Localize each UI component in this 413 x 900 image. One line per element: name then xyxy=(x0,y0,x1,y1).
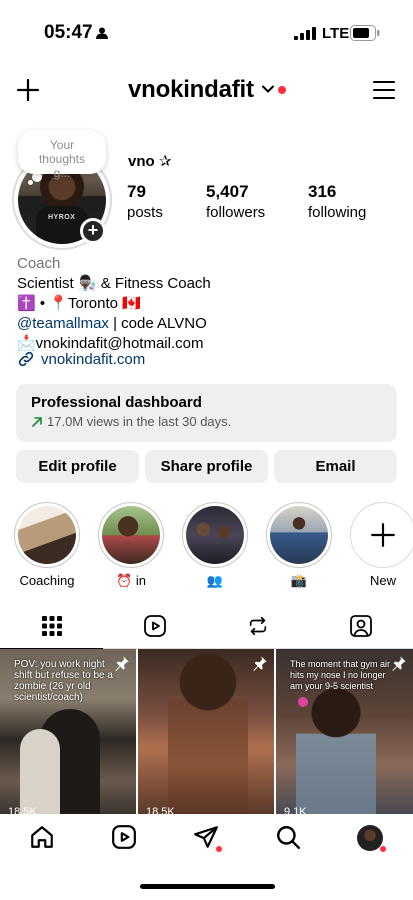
pin-icon xyxy=(392,656,406,671)
highlight-group[interactable]: 👥 xyxy=(182,502,248,589)
profile-avatar-nav[interactable] xyxy=(357,825,383,851)
plus-icon[interactable] xyxy=(16,78,40,102)
highlight-ring xyxy=(266,502,332,568)
signal-icon xyxy=(294,27,316,40)
stat-label: following xyxy=(308,204,367,221)
pin-icon xyxy=(115,656,129,671)
highlight-in[interactable]: ⏰ in xyxy=(98,502,164,589)
stat-value: 79 xyxy=(127,182,146,201)
note-bubble[interactable]: Your thoughts g... xyxy=(18,130,106,180)
highlight-ring xyxy=(14,502,80,568)
messages-notification-dot xyxy=(216,846,222,852)
bio-code: | code ALVNO xyxy=(108,315,207,332)
profile-notification-dot xyxy=(380,846,386,852)
menu-icon[interactable] xyxy=(372,80,396,100)
tab-grid[interactable] xyxy=(0,603,103,649)
stat-following[interactable]: 316 following xyxy=(308,182,366,221)
post-tile[interactable]: 18.5K xyxy=(138,649,274,814)
highlight-image xyxy=(18,506,76,564)
post-caption: POV: you work night shift but refuse to … xyxy=(14,659,113,703)
profile-bio: Coach Scientist 👨🏿‍🔬 & Fitness Coach ✝️ … xyxy=(17,254,211,354)
post-tile[interactable]: The moment that gym air hits my nose I n… xyxy=(276,649,413,814)
display-name: vno ✰ xyxy=(128,153,172,170)
bio-mention-line: @teamallmax | code ALVNO xyxy=(17,314,211,334)
highlight-coaching[interactable]: Coaching xyxy=(14,502,80,588)
battery-icon xyxy=(350,25,380,41)
reels-icon[interactable] xyxy=(111,824,137,850)
home-indicator xyxy=(140,884,275,889)
edit-profile-button[interactable]: Edit profile xyxy=(16,450,139,483)
highlight-new[interactable]: New xyxy=(350,502,413,588)
stat-posts[interactable]: 79 posts xyxy=(127,182,163,221)
dashboard-title: Professional dashboard xyxy=(31,394,202,411)
posts-grid: POV: you work night shift but refuse to … xyxy=(0,649,413,814)
bio-line: Scientist 👨🏿‍🔬 & Fitness Coach xyxy=(17,275,211,292)
highlight-label: 📸 xyxy=(290,573,308,588)
highlight-image xyxy=(102,506,160,564)
highlight-label: ⏰ in xyxy=(116,573,146,588)
highlight-ring xyxy=(98,502,164,568)
stat-label: followers xyxy=(206,204,266,221)
bio-line: ✝️ • 📍Toronto 🇨🇦 xyxy=(17,295,141,312)
bio-mention[interactable]: @teamallmax xyxy=(17,315,109,332)
post-views: 18.5K xyxy=(8,806,37,814)
grid-icon xyxy=(41,615,62,636)
network-type: LTE xyxy=(322,25,350,42)
post-caption: The moment that gym air hits my nose I n… xyxy=(290,659,391,691)
highlight-label: New xyxy=(369,573,396,588)
reels-icon xyxy=(143,615,166,637)
tab-reels[interactable] xyxy=(103,603,206,649)
person-icon xyxy=(96,27,108,39)
dashboard-subtitle: 17.0M views in the last 30 days. xyxy=(47,414,232,429)
status-bar: 05:47 LTE xyxy=(0,0,413,64)
tagged-icon xyxy=(349,615,372,637)
chevron-down-icon[interactable] xyxy=(262,85,274,93)
post-views: 18.5K xyxy=(146,806,175,814)
search-icon[interactable] xyxy=(275,824,301,850)
add-story-icon[interactable]: + xyxy=(80,218,106,244)
email-button[interactable]: Email xyxy=(274,450,397,483)
direct-message-icon[interactable] xyxy=(193,824,219,850)
tab-reposts[interactable] xyxy=(206,603,309,649)
highlight-ring xyxy=(182,502,248,568)
stat-followers[interactable]: 5,407 followers xyxy=(206,182,265,221)
link-text: vnokindafit.com xyxy=(41,350,146,368)
post-tile[interactable]: POV: you work night shift but refuse to … xyxy=(0,649,136,814)
stat-label: posts xyxy=(127,204,163,221)
link-icon xyxy=(18,351,34,367)
highlight-ring xyxy=(350,502,413,568)
highlight-image xyxy=(270,506,328,564)
highlight-label: Coaching xyxy=(19,573,75,588)
highlight-photos[interactable]: 📸 xyxy=(266,502,332,589)
note-text: Your thoughts g... xyxy=(38,138,86,180)
repost-icon xyxy=(249,616,266,636)
plus-icon xyxy=(371,523,395,547)
dashboard-subtitle-row: 17.0M views in the last 30 days. xyxy=(31,414,382,429)
tab-tagged[interactable] xyxy=(309,603,412,649)
highlight-label: 👥 xyxy=(206,573,224,588)
stat-value: 5,407 xyxy=(206,182,249,201)
pin-icon xyxy=(253,656,267,671)
stat-value: 316 xyxy=(308,182,337,201)
status-time: 05:47 xyxy=(44,22,93,43)
trend-up-icon xyxy=(32,416,42,427)
profile-tabs xyxy=(0,603,413,649)
notification-dot xyxy=(278,86,286,94)
professional-dashboard[interactable]: Professional dashboard 17.0M views in th… xyxy=(16,384,397,442)
bottom-nav xyxy=(0,814,413,866)
share-profile-button[interactable]: Share profile xyxy=(145,450,268,483)
username-title[interactable]: vnokindafit xyxy=(128,76,254,104)
profile-link[interactable]: vnokindafit.com xyxy=(17,350,145,368)
highlight-image xyxy=(186,506,244,564)
profile-header: vnokindafit xyxy=(0,70,413,112)
note-bubble-tail-small xyxy=(28,180,33,185)
home-icon[interactable] xyxy=(29,824,55,850)
post-views: 9.1K xyxy=(284,806,307,814)
bio-category: Coach xyxy=(17,255,61,272)
